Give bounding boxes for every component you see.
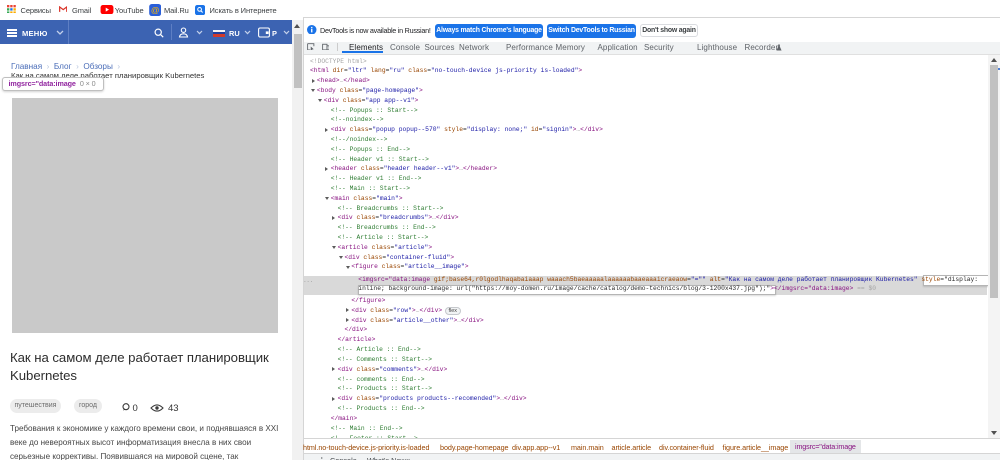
svg-text:@: @ <box>150 5 159 15</box>
